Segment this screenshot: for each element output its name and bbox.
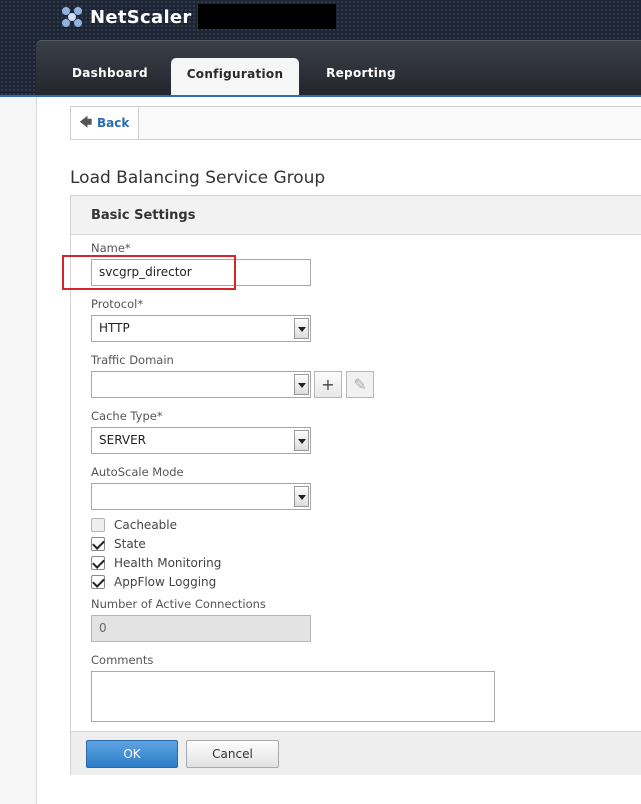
cacheable-checkbox[interactable] bbox=[91, 518, 105, 532]
autoscale-select[interactable] bbox=[91, 483, 311, 510]
panel-footer: OK Cancel bbox=[71, 731, 641, 775]
state-checkbox[interactable] bbox=[91, 537, 105, 551]
page-title: Load Balancing Service Group bbox=[70, 168, 326, 188]
name-label: Name* bbox=[91, 241, 131, 255]
ok-button[interactable]: OK bbox=[86, 740, 178, 768]
chevron-down-icon[interactable] bbox=[294, 486, 309, 507]
redacted-hostname bbox=[198, 4, 336, 29]
active-connections-field: 0 bbox=[91, 615, 311, 642]
cancel-button[interactable]: Cancel bbox=[186, 740, 279, 768]
main-nav: Dashboard Configuration Reporting bbox=[36, 40, 641, 97]
cacheable-label: Cacheable bbox=[114, 518, 178, 532]
basic-settings-panel: Basic Settings Name* svcgrp_director Pro… bbox=[70, 195, 641, 775]
protocol-value: HTTP bbox=[99, 321, 130, 335]
plus-icon: + bbox=[321, 375, 335, 394]
comments-label: Comments bbox=[91, 653, 154, 667]
back-arrow-icon: 🡄 bbox=[79, 114, 93, 129]
chevron-down-icon[interactable] bbox=[294, 430, 309, 451]
state-label: State bbox=[114, 537, 146, 551]
back-label: Back bbox=[97, 116, 130, 130]
health-monitoring-label: Health Monitoring bbox=[114, 556, 222, 570]
cache-type-label: Cache Type* bbox=[91, 409, 163, 423]
tab-configuration[interactable]: Configuration bbox=[171, 58, 299, 97]
brand-name: NetScaler bbox=[90, 6, 192, 28]
protocol-select[interactable]: HTTP bbox=[91, 315, 311, 342]
active-connections-label: Number of Active Connections bbox=[91, 597, 266, 611]
tab-dashboard[interactable]: Dashboard bbox=[72, 57, 148, 96]
panel-header: Basic Settings bbox=[71, 196, 641, 235]
chevron-down-icon[interactable] bbox=[294, 374, 309, 395]
cache-type-value: SERVER bbox=[99, 433, 147, 447]
edit-traffic-domain-button[interactable]: ✎ bbox=[346, 371, 374, 398]
appflow-logging-label: AppFlow Logging bbox=[114, 575, 217, 589]
chevron-down-icon[interactable] bbox=[294, 318, 309, 339]
appflow-logging-checkbox-row[interactable]: AppFlow Logging bbox=[91, 575, 216, 589]
traffic-domain-label: Traffic Domain bbox=[91, 353, 174, 367]
brand-logo[interactable]: NetScaler bbox=[62, 4, 192, 30]
back-button[interactable]: 🡄 Back bbox=[71, 107, 139, 139]
autoscale-label: AutoScale Mode bbox=[91, 465, 184, 479]
appflow-logging-checkbox[interactable] bbox=[91, 575, 105, 589]
comments-textarea[interactable] bbox=[91, 671, 495, 722]
cache-type-select[interactable]: SERVER bbox=[91, 427, 311, 454]
cacheable-checkbox-row[interactable]: Cacheable bbox=[91, 518, 177, 532]
add-traffic-domain-button[interactable]: + bbox=[314, 371, 342, 398]
traffic-domain-select[interactable] bbox=[91, 371, 311, 398]
state-checkbox-row[interactable]: State bbox=[91, 537, 146, 551]
name-input[interactable]: svcgrp_director bbox=[91, 259, 311, 286]
netscaler-logo-icon bbox=[62, 7, 82, 27]
protocol-label: Protocol* bbox=[91, 297, 144, 311]
tab-reporting[interactable]: Reporting bbox=[326, 57, 396, 96]
back-toolbar: 🡄 Back bbox=[70, 106, 641, 140]
health-monitoring-checkbox-row[interactable]: Health Monitoring bbox=[91, 556, 221, 570]
pencil-icon: ✎ bbox=[353, 375, 367, 394]
health-monitoring-checkbox[interactable] bbox=[91, 556, 105, 570]
